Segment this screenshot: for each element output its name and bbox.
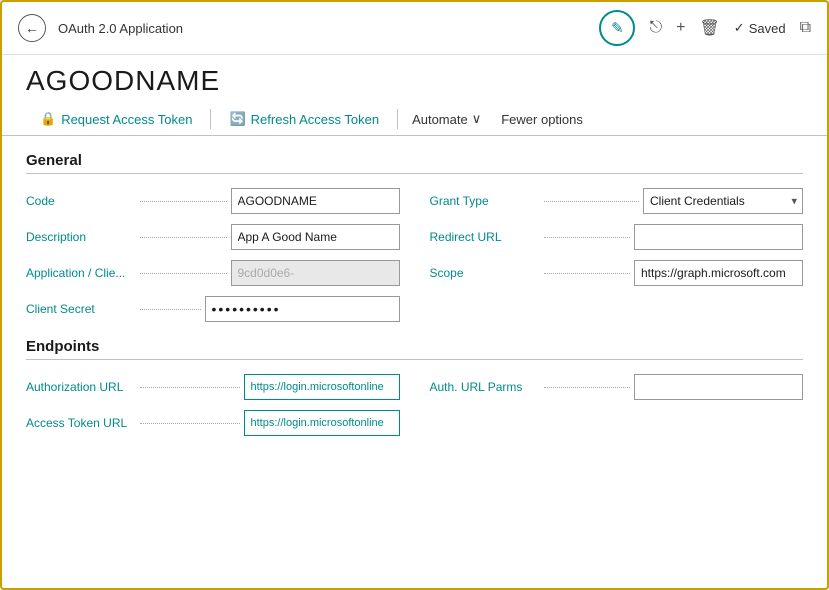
scope-row: Scope — [430, 260, 804, 286]
description-label: Description — [26, 230, 136, 244]
auth-url-input[interactable] — [244, 374, 400, 400]
auth-url-dots — [140, 387, 240, 388]
general-divider — [26, 173, 803, 174]
redirect-url-row: Redirect URL — [430, 224, 804, 250]
access-token-url-label: Access Token URL — [26, 416, 136, 430]
grant-type-row: Grant Type Client Credentials — [430, 188, 804, 214]
tab-request-label: Request Access Token — [61, 112, 192, 127]
redirect-url-dots — [544, 237, 631, 238]
endpoints-title: Endpoints — [26, 338, 803, 355]
grant-type-label: Grant Type — [430, 194, 540, 208]
grant-type-select-wrapper: Client Credentials — [643, 188, 803, 214]
header-bar: ← OAuth 2.0 Application ✎ ⎋ + 🗑 ✓ Saved … — [2, 2, 827, 55]
tab-divider — [210, 109, 211, 129]
tab-refresh-access-token[interactable]: 🔄 Refresh Access Token — [215, 103, 393, 135]
auth-url-parms-input[interactable] — [634, 374, 803, 400]
app-window: ← OAuth 2.0 Application ✎ ⎋ + 🗑 ✓ Saved … — [0, 0, 829, 590]
empty-cell-2 — [430, 410, 804, 436]
header-title: OAuth 2.0 Application — [58, 21, 587, 36]
fewer-options-label: Fewer options — [501, 112, 583, 127]
saved-indicator: ✓ Saved — [734, 20, 786, 36]
endpoints-divider — [26, 359, 803, 360]
description-row: Description — [26, 224, 400, 250]
app-title-bar: AGOODNAME — [2, 55, 827, 103]
app-client-label: Application / Clie... — [26, 266, 136, 280]
grant-type-select[interactable]: Client Credentials — [643, 188, 803, 214]
redirect-url-input[interactable] — [634, 224, 803, 250]
auth-url-parms-label: Auth. URL Parms — [430, 380, 540, 394]
add-icon[interactable]: + — [676, 19, 685, 37]
tab-automate[interactable]: Automate ∨ — [402, 103, 491, 135]
client-secret-row: Client Secret — [26, 296, 400, 322]
auth-url-parms-dots — [544, 387, 631, 388]
description-dots — [140, 237, 227, 238]
scope-input[interactable] — [634, 260, 803, 286]
code-dots — [140, 201, 227, 202]
empty-cell — [430, 296, 804, 322]
client-secret-input[interactable] — [205, 296, 400, 322]
back-button[interactable]: ← — [18, 14, 46, 42]
saved-label: Saved — [749, 21, 786, 36]
automate-label: Automate — [412, 112, 468, 127]
auth-url-parms-row: Auth. URL Parms — [430, 374, 804, 400]
main-content: General Code Grant Type Client Credentia… — [2, 136, 827, 588]
tab-bar: 🔒 Request Access Token 🔄 Refresh Access … — [2, 103, 827, 136]
refresh-icon: 🔄 — [229, 111, 245, 127]
auth-url-row: Authorization URL — [26, 374, 400, 400]
access-token-url-input[interactable] — [244, 410, 400, 436]
grant-type-dots — [544, 201, 640, 202]
tab-divider-2 — [397, 109, 398, 129]
access-token-url-row: Access Token URL — [26, 410, 400, 436]
client-secret-label: Client Secret — [26, 302, 136, 316]
header-actions: ✎ ⎋ + 🗑 ✓ Saved ⧉ — [599, 10, 811, 46]
auth-url-label: Authorization URL — [26, 380, 136, 394]
endpoints-section: Endpoints Authorization URL Auth. URL Pa… — [26, 338, 803, 436]
code-label: Code — [26, 194, 136, 208]
redirect-url-label: Redirect URL — [430, 230, 540, 244]
general-section: General Code Grant Type Client Credentia… — [26, 152, 803, 322]
edit-button[interactable]: ✎ — [599, 10, 635, 46]
access-token-url-dots — [140, 423, 240, 424]
endpoints-form-grid: Authorization URL Auth. URL Parms Access… — [26, 374, 803, 436]
tab-request-access-token[interactable]: 🔒 Request Access Token — [26, 103, 206, 135]
expand-icon[interactable]: ⧉ — [800, 19, 811, 37]
chevron-down-icon: ∨ — [472, 111, 482, 127]
edit-icon: ✎ — [611, 19, 624, 37]
check-icon: ✓ — [734, 20, 745, 36]
code-input[interactable] — [231, 188, 400, 214]
share-icon[interactable]: ⎋ — [649, 19, 662, 37]
app-client-input[interactable] — [231, 260, 400, 286]
delete-icon[interactable]: 🗑 — [699, 18, 719, 38]
tab-refresh-label: Refresh Access Token — [251, 112, 379, 127]
app-client-dots — [140, 273, 227, 274]
app-client-row: Application / Clie... — [26, 260, 400, 286]
fewer-options-button[interactable]: Fewer options — [491, 104, 593, 135]
back-icon: ← — [25, 20, 39, 36]
scope-label: Scope — [430, 266, 540, 280]
code-row: Code — [26, 188, 400, 214]
app-title: AGOODNAME — [26, 65, 803, 97]
client-secret-dots — [140, 309, 201, 310]
lock-icon: 🔒 — [40, 111, 56, 127]
description-input[interactable] — [231, 224, 400, 250]
general-form-grid: Code Grant Type Client Credentials — [26, 188, 803, 322]
general-title: General — [26, 152, 803, 169]
scope-dots — [544, 273, 631, 274]
